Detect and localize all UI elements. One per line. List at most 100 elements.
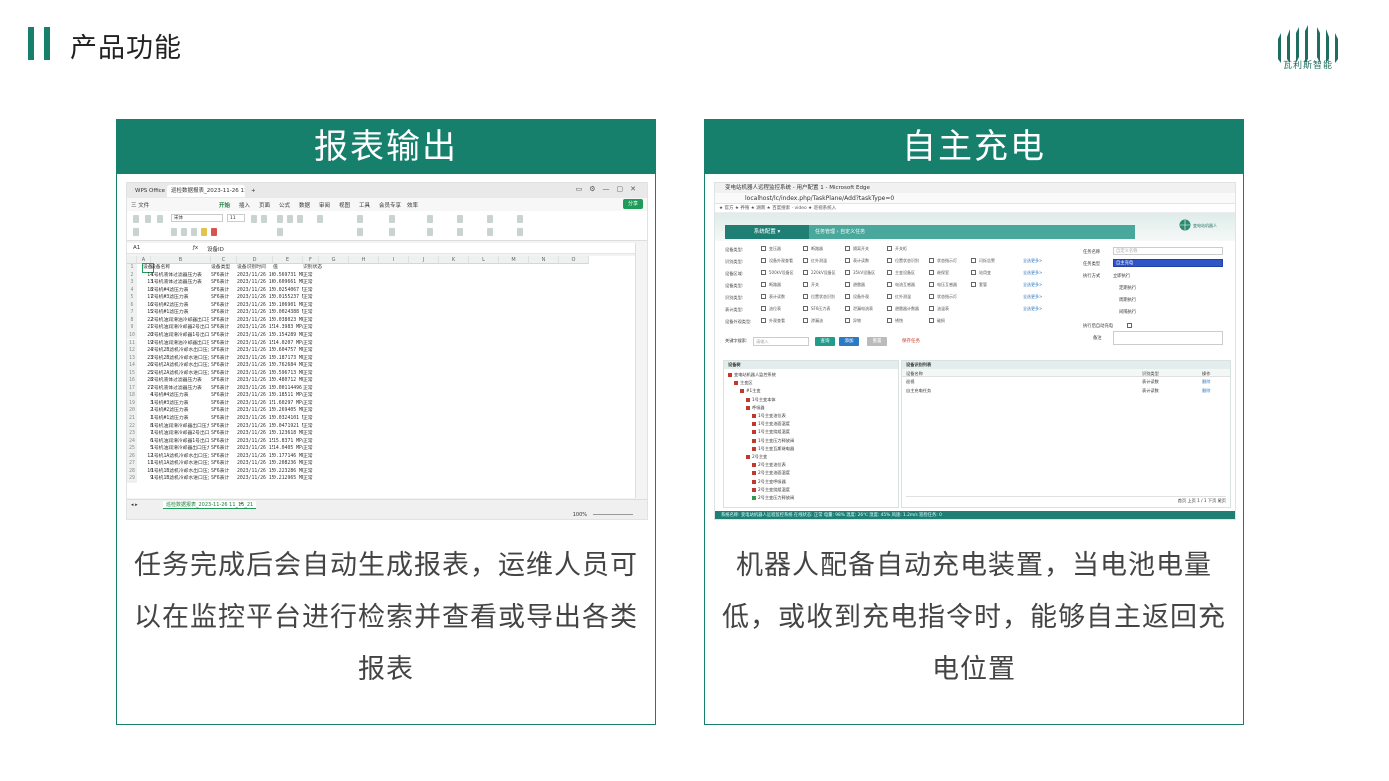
table-cell[interactable]: 1号机#2滤压力表 — [151, 407, 209, 415]
italic-icon[interactable] — [181, 228, 187, 236]
filter-checkbox[interactable] — [887, 294, 892, 299]
tree-node[interactable]: 2号主变油面温度 — [752, 470, 790, 476]
row-number[interactable]: 16 — [127, 377, 137, 385]
table-cell[interactable]: 2号机油润滑油冷却器出口压力表 — [151, 340, 209, 348]
table-cell[interactable]: 正常 — [303, 332, 323, 340]
delete-link[interactable]: 删除 — [1202, 388, 1210, 394]
filter-checkbox[interactable] — [803, 282, 808, 287]
table-cell[interactable]: 2023/11/26 15:32 — [237, 407, 273, 415]
header-cell[interactable]: 值 — [273, 264, 303, 272]
menu-item[interactable]: 效率 — [407, 201, 418, 209]
table-row[interactable]: 17272号机液体过滤器压力表SF6表计2023/11/26 15:400.00… — [127, 384, 627, 393]
row-number[interactable]: 6 — [127, 301, 137, 310]
table-cell[interactable]: 正常 — [303, 468, 323, 476]
table-row[interactable]: 4182号机#4滤压力表SF6表计2023/11/26 15:570.02540… — [127, 286, 627, 295]
add-button[interactable]: 添加 — [839, 337, 859, 346]
search-button[interactable]: 查询 — [815, 337, 835, 346]
table-row[interactable]: 7152号机#1滤压力表SF6表计2023/11/26 15:560.00243… — [127, 309, 627, 317]
font-name-select[interactable]: 宋体 — [171, 214, 223, 222]
table-cell[interactable]: 0.762684 MPa — [273, 362, 303, 370]
table-cell[interactable]: 2023/11/26 16:10 — [237, 272, 273, 280]
row-number[interactable]: 28 — [127, 467, 137, 476]
table-cell[interactable]: 正常 — [303, 347, 323, 355]
table-cell[interactable]: 2号机2B滤机冷却水进口压力表 — [151, 355, 209, 363]
new-tab-icon[interactable]: + — [247, 185, 260, 197]
table-row[interactable]: 27111号机1A滤机冷却水进口压力表SF6表计2023/11/26 15:22… — [127, 460, 627, 468]
table-cell[interactable]: 0.604757 MPa — [273, 347, 303, 355]
select-more-link[interactable]: 全选更多> — [1023, 258, 1042, 264]
table-cell[interactable]: 1号机油润滑冷却器1号出口压力表 — [151, 438, 209, 446]
wrap-icon[interactable] — [317, 215, 323, 223]
align-icon[interactable] — [287, 215, 293, 223]
select-more-link[interactable]: 全选更多> — [1023, 294, 1042, 300]
table-row[interactable]: 2551号机油润滑冷却器出口压力表SF6表计2023/11/26 15:2714… — [127, 445, 627, 453]
filter-checkbox[interactable] — [761, 294, 766, 299]
table-cell[interactable]: 0.0471921 MPa — [273, 423, 303, 431]
table-cell[interactable]: 2023/11/26 15:27 — [237, 445, 273, 453]
table-row[interactable]: 2281号机油润滑冷却器出口压力表SF6表计2023/11/26 15:290.… — [127, 422, 627, 431]
table-row[interactable]: 2111号机#1滤压力表SF6表计2023/11/26 15:310.03241… — [127, 415, 627, 423]
column-header[interactable]: D — [237, 256, 273, 264]
number-format-icon[interactable] — [357, 215, 363, 223]
keyword-input[interactable]: 请输入 — [753, 337, 809, 346]
filter-checkbox[interactable] — [887, 282, 892, 287]
table-cell[interactable]: 2号机2A滤机冷却水出口压力表 — [151, 362, 209, 370]
table-cell[interactable]: SF6表计 — [211, 340, 237, 348]
table-cell[interactable]: 1号机油润滑冷却器出口压力表 — [151, 445, 209, 453]
table-cell[interactable]: SF6表计 — [211, 362, 237, 370]
row-col-icon[interactable] — [389, 215, 395, 223]
table-cell[interactable]: 正常 — [303, 415, 323, 423]
menu-item[interactable]: 会员专享 — [379, 201, 401, 209]
table-cell[interactable]: 2号机#4滤压力表 — [151, 287, 209, 295]
filter-checkbox[interactable] — [887, 270, 892, 275]
header-cell[interactable]: 设备类型 — [211, 264, 237, 272]
table-cell[interactable]: 0.569731 MPa — [273, 272, 303, 280]
table-row[interactable]: 16282号机液体过滤器压力表SF6表计2023/11/26 15:400.48… — [127, 377, 627, 385]
table-cell[interactable]: SF6表计 — [211, 294, 237, 302]
table-cell[interactable]: 0.038023 MPa — [273, 317, 303, 325]
table-cell[interactable]: 正常 — [303, 475, 323, 483]
table-cell[interactable]: 2023/11/26 15:31 — [237, 415, 273, 423]
table-cell[interactable]: 2号机2A滤机冷却水进口压力表 — [151, 370, 209, 378]
table-cell[interactable]: 0.123618 MPa — [273, 430, 303, 438]
row-number[interactable]: 22 — [127, 422, 137, 431]
table-row[interactable]: 9212号机油润滑冷却器2号出口压力表SF6表计2023/11/26 15:53… — [127, 324, 627, 332]
table-cell[interactable]: 0.0254067 MPa — [273, 287, 303, 295]
table-cell[interactable]: SF6表计 — [211, 385, 237, 393]
format-painter-icon[interactable] — [133, 228, 139, 236]
exec-option[interactable]: 立即执行 — [1113, 273, 1130, 279]
filter-checkbox[interactable] — [761, 270, 766, 275]
formula-input[interactable]: 设备ID — [207, 245, 224, 253]
window-controls-icon[interactable]: ▭⚙—▢✕ — [576, 185, 643, 193]
filter-checkbox[interactable] — [803, 246, 808, 251]
column-header[interactable]: F — [303, 256, 319, 264]
table-cell[interactable]: 2023/11/26 15:52 — [237, 332, 273, 340]
table-cell[interactable]: 2号机液体过滤器压力表 — [151, 377, 209, 385]
filter-checkbox[interactable] — [929, 318, 934, 323]
filter-checkbox[interactable] — [887, 246, 892, 251]
column-header[interactable]: M — [499, 256, 529, 264]
task-name-input[interactable]: 自定义名称 — [1113, 247, 1223, 255]
table-cell[interactable]: SF6表计 — [211, 392, 237, 400]
filter-checkbox[interactable] — [803, 294, 808, 299]
filter-checkbox[interactable] — [845, 294, 850, 299]
table-cell[interactable]: 2023/11/26 15:40 — [237, 377, 273, 385]
table-cell[interactable]: 2023/11/26 15:45 — [237, 370, 273, 378]
filter-checkbox[interactable] — [971, 270, 976, 275]
table-cell[interactable]: 2023/11/26 15:33 — [237, 392, 273, 400]
filter-checkbox[interactable] — [761, 246, 766, 251]
header-cell[interactable]: 设备识别时间 — [237, 264, 273, 272]
table-row[interactable]: 14262号机2A滤机冷却水出口压力表SF6表计2023/11/26 15:46… — [127, 362, 627, 370]
table-cell[interactable]: 2023/11/26 15:29 — [237, 423, 273, 431]
table-cell[interactable]: 2023/11/26 15:22 — [237, 460, 273, 468]
row-number[interactable]: 10 — [127, 331, 137, 340]
filter-checkbox[interactable] — [929, 306, 934, 311]
delete-link[interactable]: 删除 — [1202, 379, 1210, 385]
filter-checkbox[interactable] — [887, 318, 892, 323]
table-row[interactable]: 3131号机液体过滤器压力表SF6表计2023/11/26 16:100.609… — [127, 279, 627, 287]
column-header[interactable]: J — [409, 256, 439, 264]
bold-icon[interactable] — [171, 228, 177, 236]
table-cell[interactable]: SF6表计 — [211, 438, 237, 446]
table-cell[interactable]: 2023/11/26 15:29 — [237, 430, 273, 438]
font-color-icon[interactable] — [211, 228, 217, 236]
